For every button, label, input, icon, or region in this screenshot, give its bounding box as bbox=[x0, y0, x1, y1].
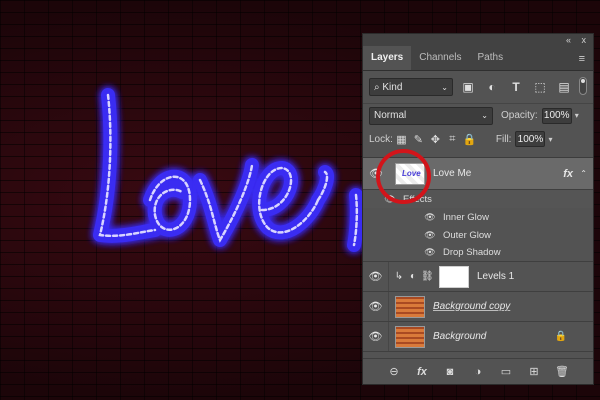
type-filter-icon[interactable]: T bbox=[507, 80, 525, 94]
chevron-up-icon[interactable]: ⌃ bbox=[580, 169, 587, 178]
chevron-down-icon: ⌄ bbox=[481, 111, 488, 120]
kind-label: Kind bbox=[382, 81, 403, 93]
blend-mode-select[interactable]: Normal ⌄ bbox=[369, 106, 493, 125]
blend-mode-value: Normal bbox=[374, 110, 407, 121]
visibility-eye-icon[interactable]: 👁 bbox=[423, 230, 437, 241]
effect-outer-glow[interactable]: 👁 Outer Glow bbox=[363, 226, 593, 244]
effect-label: Outer Glow bbox=[443, 229, 492, 241]
link-layers-icon[interactable]: ⊖ bbox=[386, 365, 402, 378]
layer-thumbnail bbox=[395, 325, 425, 348]
add-mask-icon[interactable]: ◙ bbox=[442, 366, 458, 378]
fx-add-style-icon[interactable]: fx bbox=[414, 366, 430, 378]
chevron-down-icon: ⌄ bbox=[441, 82, 448, 92]
fill-input[interactable]: 100% bbox=[515, 131, 546, 147]
tab-layers[interactable]: Layers bbox=[363, 46, 412, 70]
adjustment-filter-icon[interactable]: ◐ bbox=[483, 80, 501, 94]
lock-position-icon[interactable]: ✥ bbox=[427, 133, 444, 146]
annotation-red-circle bbox=[376, 149, 431, 204]
opacity-label: Opacity: bbox=[501, 110, 538, 121]
layer-mask-thumbnail[interactable] bbox=[439, 265, 469, 288]
layer-name: Background bbox=[433, 331, 487, 342]
collapse-panel-icon[interactable]: « bbox=[566, 35, 571, 46]
filter-row: ⌕ Kind ⌄ ▣ ◐ T ⬚ ▤ bbox=[363, 71, 593, 103]
effect-inner-glow[interactable]: 👁 Inner Glow bbox=[363, 208, 593, 226]
effect-label: Inner Glow bbox=[443, 211, 489, 223]
layer-background[interactable]: 👁 Background 🔒 bbox=[363, 322, 593, 352]
effect-drop-shadow[interactable]: 👁 Drop Shadow bbox=[363, 244, 593, 262]
effect-label: Drop Shadow bbox=[443, 247, 501, 258]
layer-thumbnail bbox=[395, 295, 425, 318]
visibility-eye-icon[interactable]: 👁 bbox=[423, 247, 437, 258]
blend-row: Normal ⌄ Opacity: 100% ▾ bbox=[363, 103, 593, 127]
adjustment-icon: ◐ bbox=[409, 271, 417, 282]
lock-artboard-icon[interactable]: ⌗ bbox=[444, 133, 461, 146]
lock-transparent-icon[interactable]: ▦ bbox=[393, 133, 410, 146]
trash-icon[interactable]: 🗑 bbox=[554, 365, 570, 378]
tab-channels[interactable]: Channels bbox=[411, 46, 469, 70]
opacity-input[interactable]: 100% bbox=[541, 107, 572, 124]
visibility-eye-icon[interactable]: 👁 bbox=[423, 212, 437, 223]
visibility-eye-icon[interactable]: 👁 bbox=[363, 330, 388, 343]
layers-panel: « x Layers Channels Paths ≡ ⌕ Kind ⌄ ▣ ◐… bbox=[362, 33, 594, 385]
new-group-icon[interactable]: ▭ bbox=[498, 365, 514, 378]
layer-name: Background copy bbox=[433, 301, 511, 312]
new-layer-icon[interactable]: ⊞ bbox=[526, 365, 542, 378]
fill-chevron-icon[interactable]: ▾ bbox=[548, 135, 552, 144]
lock-all-icon[interactable]: 🔒 bbox=[461, 133, 478, 146]
fill-label: Fill: bbox=[495, 133, 512, 145]
link-icon[interactable]: ⛓ bbox=[421, 271, 434, 282]
lock-row: Lock: ▦ ✎ ✥ ⌗ 🔒 Fill: 100% ▾ bbox=[363, 127, 593, 151]
layer-levels-1[interactable]: 👁 ↳ ◐ ⛓ Levels 1 bbox=[363, 262, 593, 292]
visibility-eye-icon[interactable]: 👁 bbox=[363, 300, 388, 313]
lock-pixels-icon[interactable]: ✎ bbox=[410, 133, 427, 146]
layer-background-copy[interactable]: 👁 Background copy bbox=[363, 292, 593, 322]
layer-name: Love Me bbox=[433, 168, 472, 179]
opacity-chevron-icon[interactable]: ▾ bbox=[575, 111, 579, 120]
close-panel-icon[interactable]: x bbox=[582, 35, 587, 46]
panel-tabs: Layers Channels Paths ≡ bbox=[363, 46, 593, 71]
search-icon: ⌕ bbox=[374, 81, 380, 93]
visibility-eye-icon[interactable]: 👁 bbox=[363, 270, 388, 283]
menu-icon[interactable]: ≡ bbox=[579, 53, 585, 65]
kind-filter-select[interactable]: ⌕ Kind ⌄ bbox=[369, 78, 453, 96]
layer-name: Levels 1 bbox=[477, 271, 515, 282]
panel-footer: ⊖ fx ◙ ◑ ▭ ⊞ 🗑 bbox=[363, 358, 593, 384]
smart-object-filter-icon[interactable]: ▤ bbox=[555, 80, 573, 94]
new-adjustment-icon[interactable]: ◑ bbox=[470, 366, 486, 378]
lock-icon: 🔒 bbox=[554, 331, 567, 342]
lock-label: Lock: bbox=[369, 133, 393, 145]
fx-icon[interactable]: fx bbox=[563, 168, 573, 180]
clip-arrow-icon: ↳ bbox=[394, 271, 404, 282]
shape-filter-icon[interactable]: ⬚ bbox=[531, 80, 549, 94]
filter-toggle[interactable] bbox=[579, 77, 587, 95]
tab-paths[interactable]: Paths bbox=[470, 46, 512, 70]
image-filter-icon[interactable]: ▣ bbox=[459, 80, 477, 94]
